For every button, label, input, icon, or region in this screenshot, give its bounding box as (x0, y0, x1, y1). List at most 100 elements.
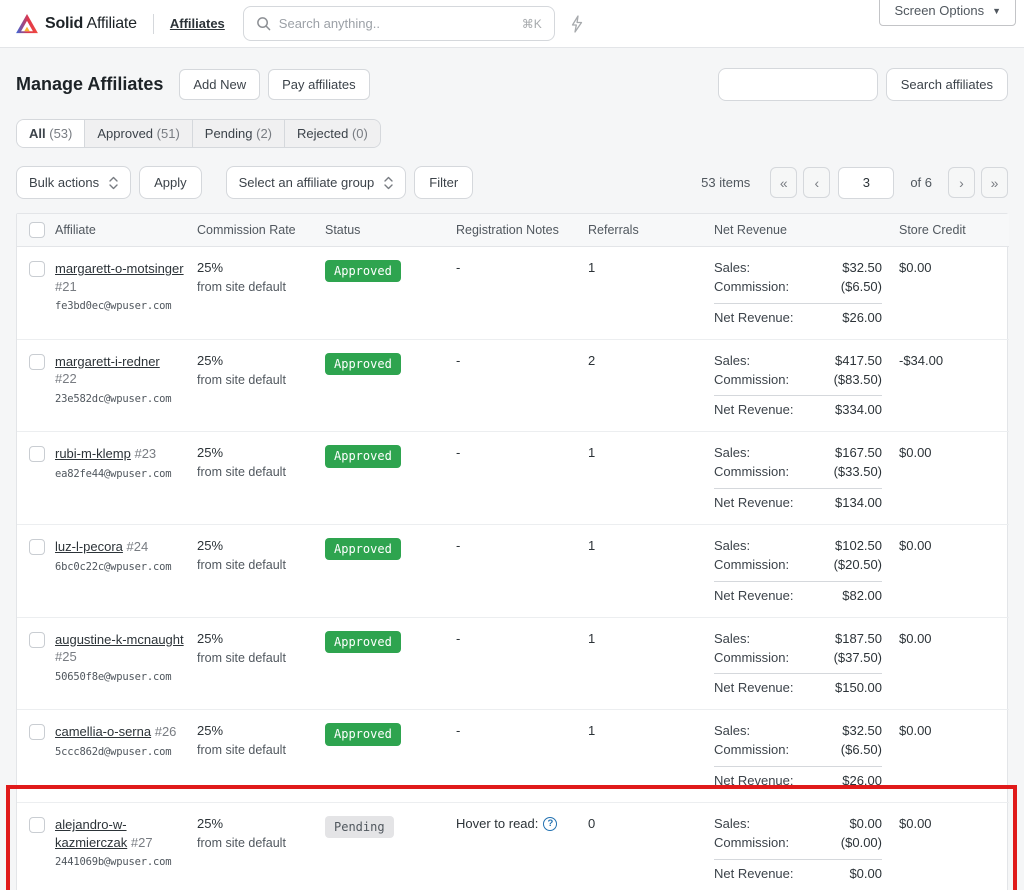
bulk-actions-select[interactable]: Bulk actions (16, 166, 131, 199)
row-checkbox[interactable] (29, 446, 45, 462)
net-revenue-value: $134.00 (835, 495, 882, 512)
affiliate-link[interactable]: alejandro-w-kazmierczak (55, 817, 127, 850)
row-checkbox[interactable] (29, 724, 45, 740)
affiliate-link[interactable]: luz-l-pecora (55, 539, 123, 554)
add-new-button[interactable]: Add New (179, 69, 260, 100)
affiliate-email: 2441069b@wpuser.com (55, 856, 185, 868)
commission-rate: 25% (197, 723, 313, 738)
affiliate-email: 5ccc862d@wpuser.com (55, 746, 185, 758)
next-page-button[interactable]: › (948, 167, 975, 198)
affiliate-link[interactable]: margarett-i-redner (55, 354, 160, 369)
registration-notes: - (456, 723, 460, 738)
store-credit: $0.00 (899, 247, 1009, 340)
store-credit: $0.00 (899, 710, 1009, 803)
commission-value: ($6.50) (841, 279, 882, 296)
page-header: Manage Affiliates Add New Pay affiliates… (16, 68, 1008, 101)
affiliate-search-input[interactable] (718, 68, 878, 101)
first-page-button[interactable]: « (770, 167, 797, 198)
affiliate-link[interactable]: camellia-o-serna (55, 724, 151, 739)
row-checkbox[interactable] (29, 817, 45, 833)
commission-rate-note: from site default (197, 743, 313, 757)
tab-pending[interactable]: Pending (2) (193, 120, 285, 147)
last-page-button[interactable]: » (981, 167, 1008, 198)
net-revenue-value: $26.00 (842, 310, 882, 327)
store-credit: $0.00 (899, 525, 1009, 618)
row-checkbox[interactable] (29, 632, 45, 648)
affiliate-email: ea82fe44@wpuser.com (55, 468, 185, 480)
table-toolbar: Bulk actions Apply Select an affiliate g… (16, 166, 1008, 199)
divider (714, 581, 882, 582)
registration-notes: - (456, 445, 460, 460)
referrals-count: 1 (588, 432, 714, 525)
lightning-bolt-icon[interactable] (569, 15, 584, 33)
affiliate-id: #26 (155, 724, 177, 739)
affiliate-group-select[interactable]: Select an affiliate group (226, 166, 407, 199)
row-checkbox[interactable] (29, 354, 45, 370)
sales-value: $102.50 (835, 538, 882, 555)
registration-notes: - (456, 538, 460, 553)
registration-notes: - (456, 260, 460, 275)
affiliates-table: Affiliate Commission Rate Status Registr… (16, 213, 1008, 890)
status-badge: Approved (325, 538, 401, 560)
divider (714, 488, 882, 489)
commission-value: ($83.50) (834, 372, 882, 389)
select-all-checkbox[interactable] (29, 222, 45, 238)
items-count: 53 items (701, 175, 750, 190)
commission-value: ($0.00) (841, 835, 882, 852)
net-revenue-breakdown: Sales:$417.50 Commission:($83.50) Net Re… (714, 353, 882, 420)
tab-all[interactable]: All (53) (17, 120, 85, 147)
chevrons-up-down-icon (109, 176, 118, 190)
commission-rate: 25% (197, 353, 313, 368)
sales-value: $0.00 (849, 816, 882, 833)
referrals-count: 1 (588, 525, 714, 618)
prev-page-button[interactable]: ‹ (803, 167, 830, 198)
sales-value: $167.50 (835, 445, 882, 462)
commission-rate-note: from site default (197, 465, 313, 479)
commission-rate: 25% (197, 445, 313, 460)
referrals-count: 1 (588, 710, 714, 803)
column-header-referrals: Referrals (588, 214, 714, 247)
chevrons-up-down-icon (384, 176, 393, 190)
referrals-count: 1 (588, 617, 714, 710)
status-filter-tabs: All (53) Approved (51) Pending (2) Rejec… (16, 119, 381, 148)
row-checkbox[interactable] (29, 539, 45, 555)
referrals-count: 0 (588, 803, 714, 890)
row-checkbox[interactable] (29, 261, 45, 277)
column-header-affiliate: Affiliate (55, 214, 197, 247)
nav-affiliates-link[interactable]: Affiliates (170, 16, 225, 31)
table-row: alejandro-w-kazmierczak #27 2441069b@wpu… (17, 803, 1009, 890)
search-affiliates-button[interactable]: Search affiliates (886, 68, 1008, 101)
registration-notes: - (456, 353, 460, 368)
divider (714, 303, 882, 304)
table-row: luz-l-pecora #24 6bc0c22c@wpuser.com 25%… (17, 525, 1009, 618)
apply-button[interactable]: Apply (139, 166, 202, 199)
global-search-box[interactable]: ⌘K (243, 6, 555, 41)
table-row: augustine-k-mcnaught #25 50650f8e@wpuser… (17, 617, 1009, 710)
net-revenue-breakdown: Sales:$0.00 Commission:($0.00) Net Reven… (714, 816, 882, 883)
tab-approved[interactable]: Approved (51) (85, 120, 192, 147)
commission-rate-note: from site default (197, 373, 313, 387)
status-badge: Pending (325, 816, 394, 838)
affiliate-link[interactable]: margarett-o-motsinger (55, 261, 184, 276)
net-revenue-breakdown: Sales:$187.50 Commission:($37.50) Net Re… (714, 631, 882, 698)
table-row: camellia-o-serna #26 5ccc862d@wpuser.com… (17, 710, 1009, 803)
help-question-icon[interactable]: ? (543, 817, 557, 831)
commission-rate: 25% (197, 260, 313, 275)
pay-affiliates-button[interactable]: Pay affiliates (268, 69, 369, 100)
main-content: Manage Affiliates Add New Pay affiliates… (0, 48, 1024, 890)
affiliate-id: #24 (127, 539, 149, 554)
affiliate-link[interactable]: rubi-m-klemp (55, 446, 131, 461)
screen-options-button[interactable]: Screen Options ▼ (879, 0, 1016, 26)
affiliate-link[interactable]: augustine-k-mcnaught (55, 632, 184, 647)
net-revenue-breakdown: Sales:$32.50 Commission:($6.50) Net Reve… (714, 723, 882, 790)
divider (714, 395, 882, 396)
tab-rejected[interactable]: Rejected (0) (285, 120, 380, 147)
page-title: Manage Affiliates (16, 74, 163, 95)
column-header-status: Status (325, 214, 456, 247)
global-search-input[interactable] (279, 16, 514, 31)
referrals-count: 1 (588, 247, 714, 340)
current-page-input[interactable] (838, 167, 894, 199)
solid-affiliate-logo-icon (16, 14, 38, 34)
registration-notes: - (456, 631, 460, 646)
filter-button[interactable]: Filter (414, 166, 473, 199)
